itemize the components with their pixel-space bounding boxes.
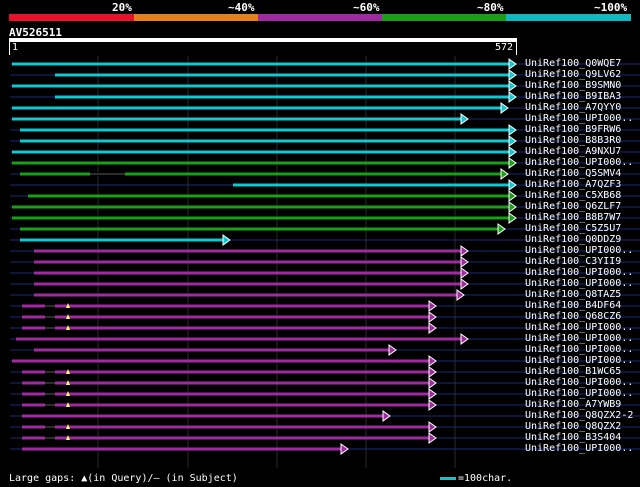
hit-label-link[interactable]: UniRef100_B4DF64 [525,301,621,311]
scale-label: =100char. [458,473,513,484]
hit-label-link[interactable]: UniRef100_C3YII9 [525,257,621,267]
hit-label-link[interactable]: UniRef100_UPI000.. [525,279,633,289]
large-gaps-legend: Large gaps: ▲(in Query)/– (in Subject) [9,473,238,484]
scale-swatch [440,476,456,480]
hit-label-link[interactable]: UniRef100_Q6ZLF7 [525,202,621,212]
hit-label-link[interactable]: UniRef100_UPI000.. [525,114,633,124]
hit-label-link[interactable]: UniRef100_UPI000.. [525,378,633,388]
hit-label-link[interactable]: UniRef100_Q9LV62 [525,70,621,80]
hit-label-link[interactable]: UniRef100_C5XB68 [525,191,621,201]
hit-label-link[interactable]: UniRef100_B9IBA3 [525,92,621,102]
hit-label-link[interactable]: UniRef100_Q8QZX2 [525,422,621,432]
hit-label-link[interactable]: UniRef100_Q8QZX2-2 [525,411,633,421]
hit-label-link[interactable]: UniRef100_B9SMN0 [525,81,621,91]
hit-label-link[interactable]: UniRef100_Q68CZ6 [525,312,621,322]
hit-label-link[interactable]: UniRef100_UPI000.. [525,356,633,366]
hit-label-link[interactable]: UniRef100_UPI000.. [525,246,633,256]
hit-label-link[interactable]: UniRef100_B8B7W7 [525,213,621,223]
hit-label-link[interactable]: UniRef100_Q5SMV4 [525,169,621,179]
hit-label-link[interactable]: UniRef100_B8B3R0 [525,136,621,146]
hit-label-link[interactable]: UniRef100_UPI000.. [525,345,633,355]
hit-label-link[interactable]: UniRef100_UPI000.. [525,323,633,333]
hit-label-link[interactable]: UniRef100_Q8TAZ5 [525,290,621,300]
hit-label-link[interactable]: UniRef100_B1WC65 [525,367,621,377]
hit-label-link[interactable]: UniRef100_UPI000.. [525,158,633,168]
hit-label-link[interactable]: UniRef100_UPI000.. [525,334,633,344]
hit-label-link[interactable]: UniRef100_A7QYY0 [525,103,621,113]
hit-label-list: UniRef100_Q0WQE7 UniRef100_Q9LV62 UniRef10… [0,0,640,487]
hit-label-link[interactable]: UniRef100_UPI000.. [525,268,633,278]
hit-label-link[interactable]: UniRef100_Q0WQE7 [525,59,621,69]
hit-label-link[interactable]: UniRef100_A7QZF3 [525,180,621,190]
hit-label-link[interactable]: UniRef100_A9NXU7 [525,147,621,157]
hit-label-link[interactable]: UniRef100_UPI000.. [525,389,633,399]
hit-label-link[interactable]: UniRef100_Q0DDZ9 [525,235,621,245]
scale-legend: =100char. [440,473,512,484]
hit-label-link[interactable]: UniRef100_B3S404 [525,433,621,443]
hit-label-link[interactable]: UniRef100_A7YWB9 [525,400,621,410]
hit-label-link[interactable]: UniRef100_B9FRW6 [525,125,621,135]
hit-label-link[interactable]: UniRef100_C5Z5U7 [525,224,621,234]
hit-label-link[interactable]: UniRef100_UPI000.. [525,444,633,454]
